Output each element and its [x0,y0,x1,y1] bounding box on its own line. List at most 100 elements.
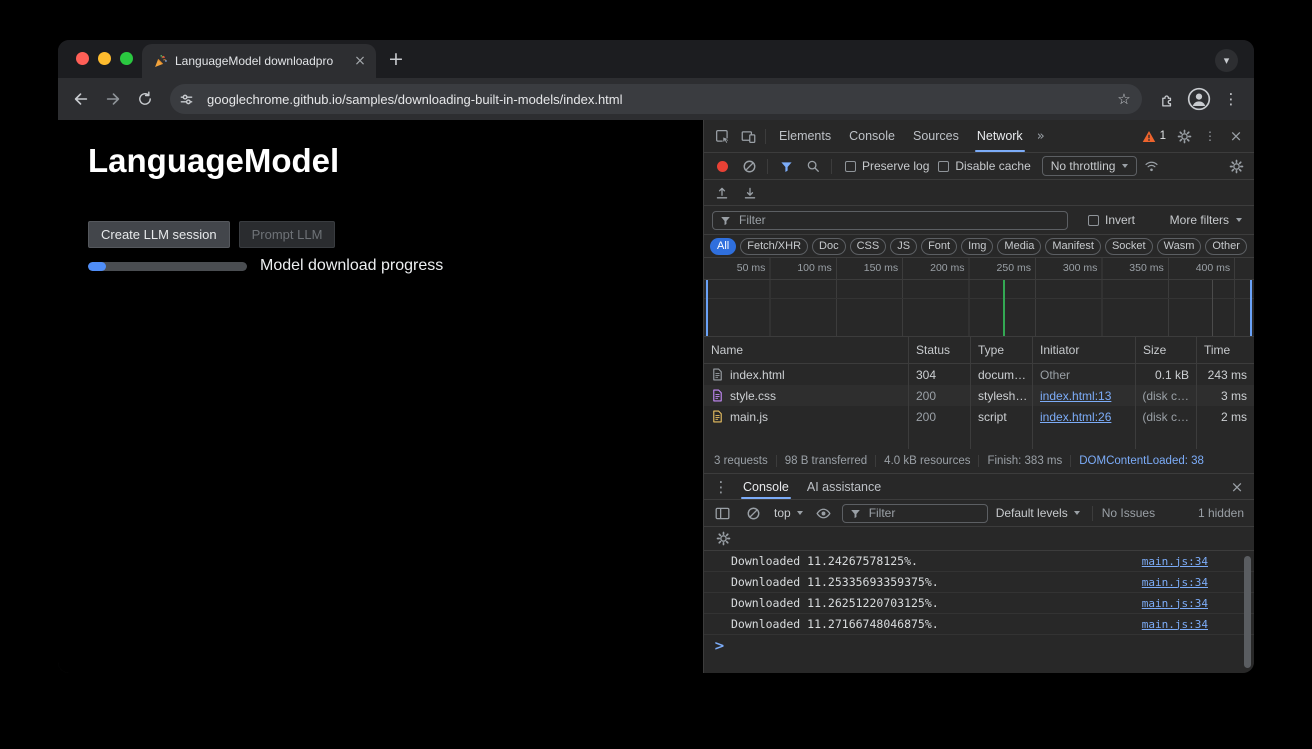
network-filter-chip[interactable]: Manifest [1045,238,1101,255]
invert-checkbox[interactable]: Invert [1088,213,1135,227]
column-header[interactable]: Status [909,337,971,363]
devtools-tab[interactable]: Console [840,120,904,152]
network-filter-chip[interactable]: CSS [850,238,887,255]
network-settings-gear-icon[interactable] [1223,155,1249,177]
console-source-link[interactable]: main.js:34 [1142,576,1244,589]
more-tabs-icon[interactable]: » [1032,129,1050,144]
console-source-link[interactable]: main.js:34 [1142,555,1244,568]
minimize-window-button[interactable] [98,52,111,65]
issues-status[interactable]: No Issues [1102,506,1155,520]
devtools-settings-icon[interactable] [1171,125,1197,147]
console-source-link[interactable]: main.js:34 [1142,597,1244,610]
back-button[interactable] [66,84,96,114]
console-filter-input[interactable] [842,504,988,523]
drawer-tab[interactable]: AI assistance [798,474,890,499]
console-prompt[interactable]: > [704,635,1254,657]
network-toolbar: Preserve log Disable cache No throttling [704,153,1254,180]
scrollbar-thumb[interactable] [1244,556,1251,668]
summary-item: 4.0 kB resources [875,455,978,467]
browser-tab[interactable]: LanguageModel downloadpro × [142,44,376,78]
network-filter-chip[interactable]: Fetch/XHR [740,238,808,255]
issues-counter[interactable]: 1 [1137,130,1171,143]
column-header[interactable]: Name [704,337,909,363]
bookmark-star-icon[interactable]: ☆ [1112,90,1136,108]
throttling-select[interactable]: No throttling [1042,156,1138,176]
drawer-close-icon[interactable]: × [1224,476,1250,498]
network-request-row[interactable]: index.html 304 docum… Other 0.1 kB 243 m… [704,364,1254,385]
console-context-select[interactable]: top [771,506,806,520]
import-har-icon[interactable] [709,182,735,204]
column-header[interactable]: Initiator [1033,337,1136,363]
browser-menu-icon[interactable]: ⋮ [1216,84,1246,114]
network-request-row[interactable]: main.js 200 script index.html:26 (disk c… [704,406,1254,427]
network-filter-chip[interactable]: Wasm [1157,238,1202,255]
network-filter-chip[interactable]: Media [997,238,1041,255]
console-filter-field[interactable] [867,505,980,521]
site-info-icon[interactable] [175,88,198,111]
create-llm-session-button[interactable]: Create LLM session [88,221,230,248]
tab-close-icon[interactable]: × [352,53,368,69]
network-filter-chip[interactable]: Socket [1105,238,1153,255]
progress-section: Model download progress [88,257,443,275]
drawer-tab[interactable]: Console [734,474,798,499]
new-tab-button[interactable]: + [388,50,404,69]
console-sidebar-icon[interactable] [709,502,735,524]
request-status: 200 [909,406,971,427]
request-name-cell: main.js [704,406,909,427]
hidden-messages-count[interactable]: 1 hidden [1198,506,1249,520]
drawer-menu-icon[interactable]: ⋮ [708,476,734,498]
disable-cache-checkbox[interactable]: Disable cache [938,159,1030,173]
tab-title: LanguageModel downloadpro [175,54,345,68]
network-request-row[interactable]: style.css 200 stylesh… index.html:13 (di… [704,385,1254,406]
network-filter-chip[interactable]: Font [921,238,957,255]
network-filter-chip[interactable]: Other [1205,238,1247,255]
profile-avatar[interactable] [1184,84,1214,114]
network-filter-field[interactable] [737,212,1060,228]
maximize-window-button[interactable] [120,52,133,65]
network-filter-chip[interactable]: Doc [812,238,846,255]
column-header[interactable]: Type [971,337,1033,363]
timeline-marker-blue [706,280,708,336]
log-levels-value: Default levels [996,506,1068,520]
request-initiator[interactable]: index.html:26 [1033,406,1136,427]
request-initiator[interactable]: Other [1033,364,1136,385]
address-bar[interactable]: googlechrome.github.io/samples/downloadi… [170,84,1142,114]
live-expression-eye-icon[interactable] [811,502,837,524]
console-context-value: top [774,506,791,520]
network-filter-chip[interactable]: All [710,238,736,255]
network-conditions-icon[interactable] [1138,155,1164,177]
browser-toolbar: googlechrome.github.io/samples/downloadi… [58,78,1254,120]
inspect-element-icon[interactable] [709,125,735,147]
clear-console-icon[interactable] [740,502,766,524]
record-network-log-button[interactable] [709,155,735,177]
network-filter-input[interactable] [712,211,1068,230]
devtools-tab[interactable]: Network [968,120,1032,152]
timeline-marker-green [1003,280,1005,336]
column-header[interactable]: Time [1197,337,1254,363]
console-source-link[interactable]: main.js:34 [1142,618,1244,631]
devtools-tab[interactable]: Sources [904,120,968,152]
clear-network-log-icon[interactable] [736,155,762,177]
console-settings-gear-icon[interactable] [710,528,736,550]
devtools-close-icon[interactable]: × [1223,125,1249,147]
network-filter-row: Invert More filters [704,206,1254,235]
close-window-button[interactable] [76,52,89,65]
forward-button[interactable] [98,84,128,114]
search-icon[interactable] [800,155,826,177]
log-levels-select[interactable]: Default levels [993,506,1083,520]
reload-button[interactable] [130,84,160,114]
network-filter-chip[interactable]: JS [890,238,917,255]
request-initiator[interactable]: index.html:13 [1033,385,1136,406]
column-header[interactable]: Size [1136,337,1197,363]
divider [1092,506,1093,521]
tab-search-chevron-icon[interactable]: ▾ [1215,49,1238,72]
device-toolbar-icon[interactable] [735,125,761,147]
export-har-icon[interactable] [737,182,763,204]
more-filters-dropdown[interactable]: More filters [1170,213,1246,227]
extensions-icon[interactable] [1152,84,1182,114]
filter-toggle-icon[interactable] [773,155,799,177]
devtools-tab[interactable]: Elements [770,120,840,152]
network-filter-chip[interactable]: Img [961,238,993,255]
devtools-menu-icon[interactable]: ⋮ [1197,125,1223,147]
preserve-log-checkbox[interactable]: Preserve log [845,159,929,173]
